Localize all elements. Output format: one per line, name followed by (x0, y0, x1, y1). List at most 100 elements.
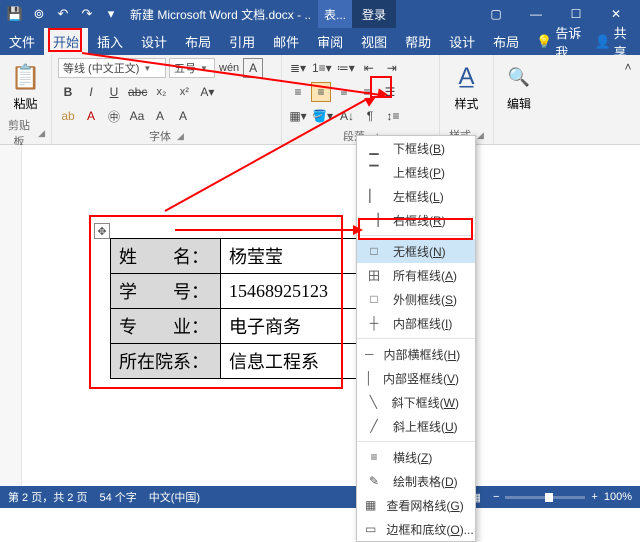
clear-formatting-button[interactable]: A (150, 106, 170, 126)
tab-table-layout[interactable]: 布局 (484, 28, 528, 55)
border-option-I[interactable]: ┼内部框线(I) (357, 311, 475, 335)
character-border-button[interactable]: A (243, 58, 263, 78)
border-option-icon: ╱ (365, 419, 383, 433)
tab-design[interactable]: 设计 (132, 28, 176, 55)
undo-icon[interactable]: ↶ (52, 3, 74, 25)
styles-button[interactable]: A̲ 样式 (446, 57, 487, 116)
tab-layout[interactable]: 布局 (176, 28, 220, 55)
border-option-H[interactable]: ─内部横框线(H) (357, 342, 475, 366)
borders-button[interactable]: ▦▾ (288, 106, 308, 126)
border-option-S[interactable]: □外侧框线(S) (357, 287, 475, 311)
bold-button[interactable]: B (58, 82, 78, 102)
border-option-icon: ▕ (365, 213, 383, 227)
save-icon[interactable]: 💾 (4, 3, 26, 25)
border-option-V[interactable]: │内部竖框线(V) (357, 366, 475, 390)
italic-button[interactable]: I (81, 82, 101, 102)
increase-indent-button[interactable]: ⇥ (382, 58, 402, 78)
border-option-D[interactable]: ✎绘制表格(D) (357, 469, 475, 493)
border-option-O[interactable]: ▭边框和底纹(O)... (357, 517, 475, 541)
zoom-slider[interactable] (505, 496, 585, 499)
border-option-label: 无框线(N) (393, 243, 459, 260)
tab-mailings[interactable]: 邮件 (264, 28, 308, 55)
font-launcher-icon[interactable]: ◢ (177, 131, 184, 142)
zoom-out-button[interactable]: − (493, 491, 499, 503)
paste-button[interactable]: 📋 粘贴 (6, 57, 45, 116)
strikethrough-button[interactable]: abc (127, 82, 148, 102)
border-option-R[interactable]: ▕右框线(R) (357, 208, 475, 232)
styles-launcher-icon[interactable]: ◢ (477, 130, 484, 141)
table-row[interactable]: 学 号：15468925123 (111, 274, 381, 309)
table-cell-label[interactable]: 学 号： (111, 274, 221, 309)
document-area[interactable]: ✥ 姓 名：杨莹莹 学 号：15468925123 专 业：电子商务 所在院系：… (0, 145, 640, 486)
tab-review[interactable]: 审阅 (308, 28, 352, 55)
tab-home[interactable]: 开始 (44, 28, 88, 55)
login-button[interactable]: 登录 (352, 0, 396, 28)
table-cell-label[interactable]: 所在院系： (111, 344, 221, 379)
change-case-button[interactable]: Aa (127, 106, 147, 126)
ribbon-display-options-icon[interactable]: ▢ (476, 0, 516, 28)
align-center-button[interactable]: ≡ (311, 82, 331, 102)
editing-button[interactable]: 🔍 编辑 (500, 57, 538, 116)
status-language[interactable]: 中文(中国) (149, 489, 200, 505)
tab-view[interactable]: 视图 (352, 28, 396, 55)
subscript-button[interactable]: x₂ (151, 82, 171, 102)
border-option-G[interactable]: ▦查看网格线(G) (357, 493, 475, 517)
border-option-W[interactable]: ╲斜下框线(W) (357, 390, 475, 414)
table-cell-label[interactable]: 专 业： (111, 309, 221, 344)
table-row[interactable]: 所在院系：信息工程系 (111, 344, 381, 379)
clipboard-launcher-icon[interactable]: ◢ (38, 128, 45, 139)
content-table[interactable]: 姓 名：杨莹莹 学 号：15468925123 专 业：电子商务 所在院系：信息… (110, 238, 381, 379)
number-list-button[interactable]: 1≡▾ (311, 58, 333, 78)
border-option-Z[interactable]: ≡横线(Z) (357, 445, 475, 469)
border-option-U[interactable]: ╱斜上框线(U) (357, 414, 475, 438)
align-right-button[interactable]: ≡ (334, 82, 354, 102)
table-move-handle[interactable]: ✥ (94, 223, 110, 239)
justify-button[interactable]: ≡ (357, 82, 377, 102)
font-color-button[interactable]: A (81, 106, 101, 126)
shading-button[interactable]: 🪣▾ (311, 106, 334, 126)
border-option-B[interactable]: ▁下框线(B) (357, 136, 475, 160)
sort-button[interactable]: A↓ (337, 106, 357, 126)
superscript-button[interactable]: x² (174, 82, 194, 102)
bullet-list-button[interactable]: ≣▾ (288, 58, 308, 78)
status-page[interactable]: 第 2 页，共 2 页 (8, 489, 87, 505)
border-option-label: 内部竖框线(V) (383, 370, 459, 387)
tab-insert[interactable]: 插入 (88, 28, 132, 55)
find-icon: 🔍 (503, 61, 535, 93)
phonetic-guide-button[interactable]: wén (218, 58, 240, 78)
tab-help[interactable]: 帮助 (396, 28, 440, 55)
touch-mode-icon[interactable]: ⊚ (28, 3, 50, 25)
enclose-characters-button[interactable]: ㊥ (104, 106, 124, 126)
decrease-indent-button[interactable]: ⇤ (359, 58, 379, 78)
table-tools-tab[interactable]: 表... (318, 0, 352, 28)
table-row[interactable]: 姓 名：杨莹莹 (111, 239, 381, 274)
line-spacing-button[interactable]: ↕≡ (383, 106, 403, 126)
show-marks-button[interactable]: ¶ (360, 106, 380, 126)
font-name-combo[interactable]: 等线 (中文正文)▼ (58, 58, 166, 78)
collapse-ribbon-button[interactable]: ˄ (618, 57, 638, 77)
table-row[interactable]: 专 业：电子商务 (111, 309, 381, 344)
text-effects-button[interactable]: A▾ (197, 82, 217, 102)
multilevel-list-button[interactable]: ≔▾ (336, 58, 356, 78)
status-word-count[interactable]: 54 个字 (99, 489, 136, 505)
qat-customize-icon[interactable]: ▾ (100, 3, 122, 25)
redo-icon[interactable]: ↷ (76, 3, 98, 25)
table-cell-label[interactable]: 姓 名： (111, 239, 221, 274)
border-option-A[interactable]: 田所有框线(A) (357, 263, 475, 287)
character-shading-button[interactable]: A (173, 106, 193, 126)
align-left-button[interactable]: ≡ (288, 82, 308, 102)
zoom-percent[interactable]: 100% (604, 491, 632, 503)
border-option-P[interactable]: ▔上框线(P) (357, 160, 475, 184)
zoom-in-button[interactable]: + (591, 491, 597, 503)
tab-table-design[interactable]: 设计 (440, 28, 484, 55)
zoom-control[interactable]: − + 100% (493, 491, 632, 503)
text-highlight-button[interactable]: ab (58, 106, 78, 126)
distribute-button[interactable]: ☰ (380, 82, 400, 102)
tab-file[interactable]: 文件 (0, 28, 44, 55)
border-option-L[interactable]: ▏左框线(L) (357, 184, 475, 208)
font-size-combo[interactable]: 五号▼ (169, 58, 215, 78)
border-option-N[interactable]: □无框线(N) (357, 239, 475, 263)
tab-references[interactable]: 引用 (220, 28, 264, 55)
border-option-label: 查看网格线(G) (386, 497, 463, 514)
underline-button[interactable]: U (104, 82, 124, 102)
